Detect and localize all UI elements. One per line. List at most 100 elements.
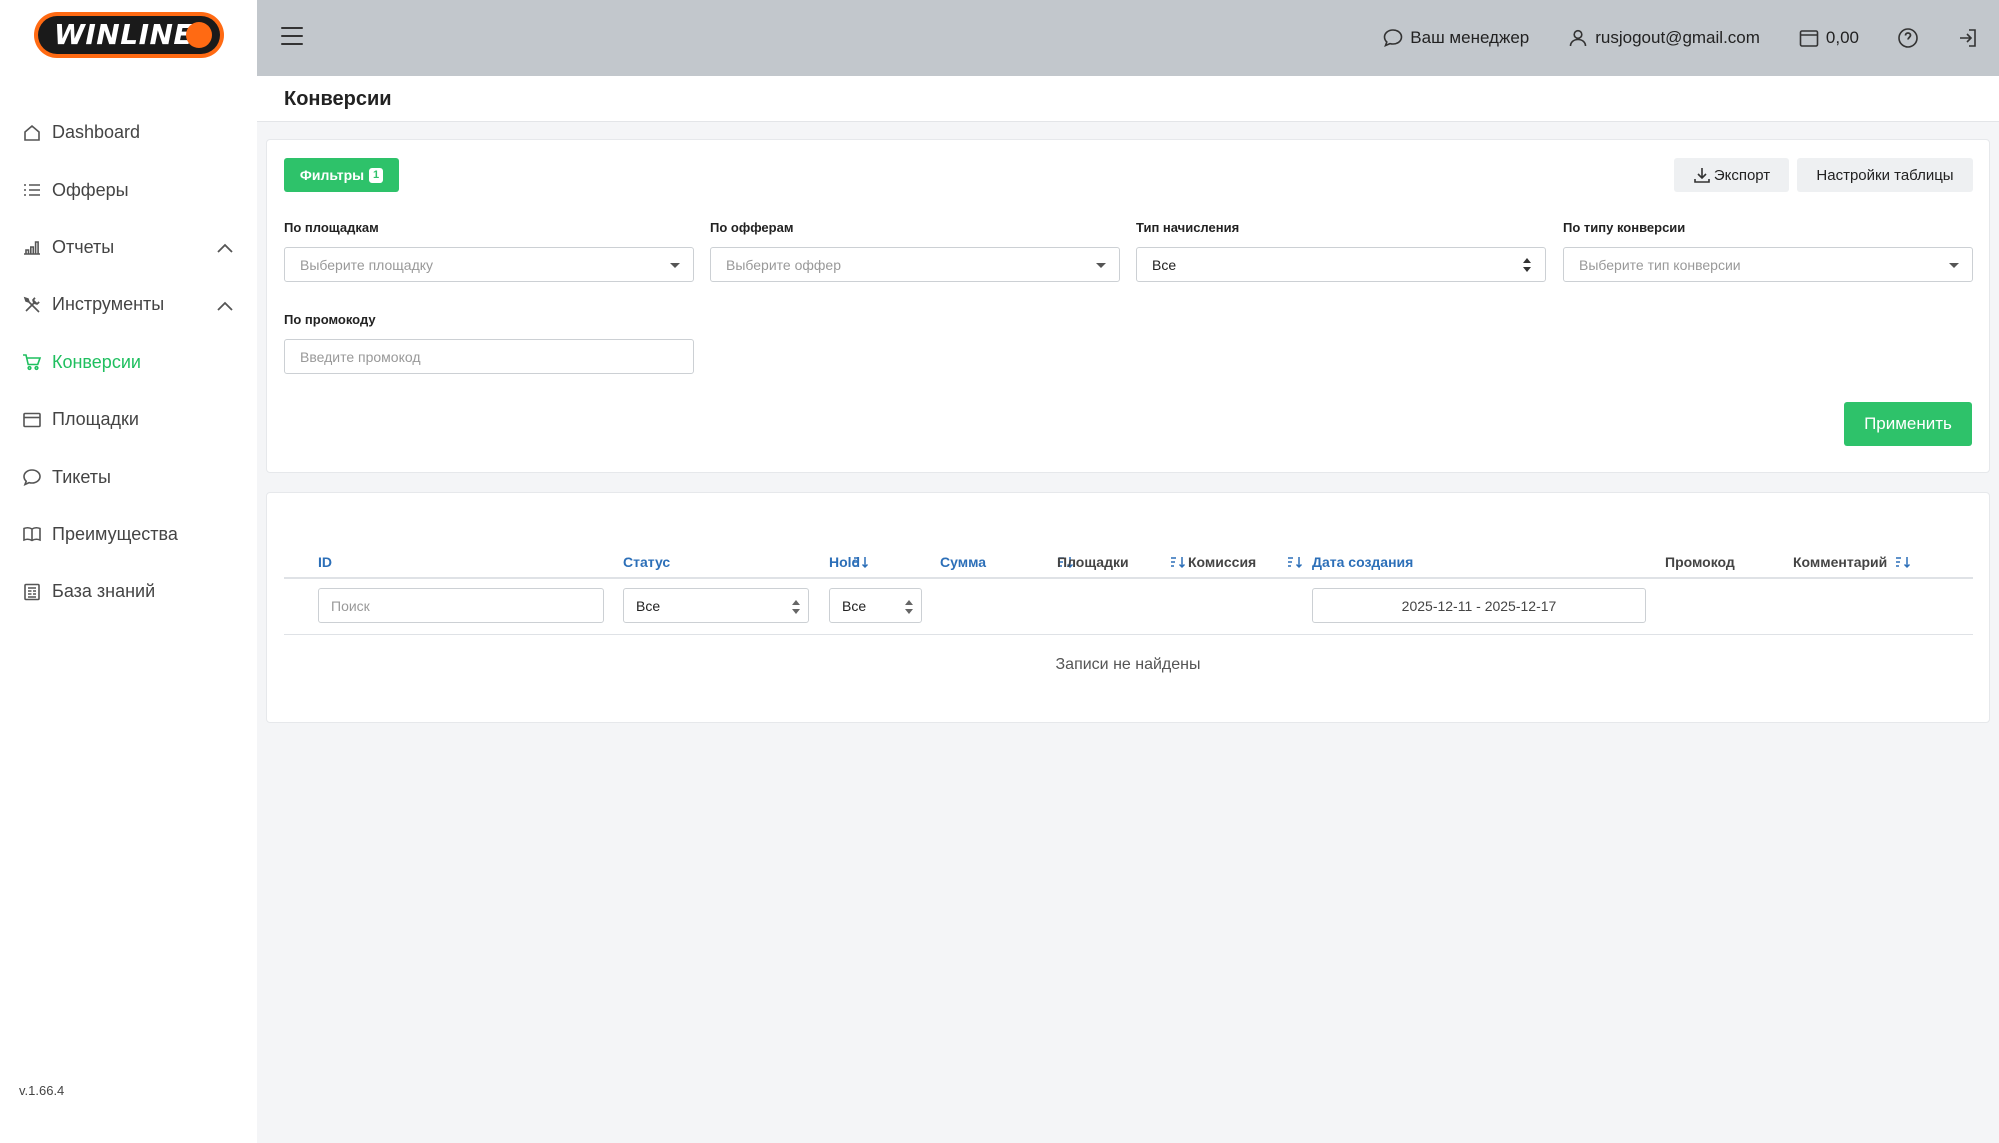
offer-select[interactable]: Выберите оффер [710,247,1120,282]
sidebar-item-advantages[interactable]: Преимущества [0,506,257,563]
select-arrows-icon [905,600,913,614]
sidebar-item-label: Инструменты [52,294,165,315]
promo-input[interactable]: Введите промокод [284,339,694,374]
filters-button-label: Фильтры [299,167,365,183]
browser-icon [23,412,41,427]
conversion-type-label: По типу конверсии [1563,220,1686,235]
conversion-type-select[interactable]: Выберите тип конверсии [1563,247,1973,282]
wallet-icon [1799,30,1819,47]
page-title-bar: Конверсии [257,76,1999,122]
sort-icon[interactable] [1170,555,1186,569]
column-comment: Комментарий [1793,554,1888,570]
logo-dot-icon [186,22,212,48]
balance-value: 0,00 [1825,28,1859,47]
hamburger-menu-icon[interactable] [281,27,303,47]
sidebar-item-label: Офферы [52,179,129,200]
sidebar-item-label: Преимущества [52,523,178,544]
user-profile-button[interactable]: rusjogout@gmail.com [1567,27,1760,49]
date-range-picker[interactable]: 2025-12-11 - 2025-12-17 [1312,588,1646,623]
export-label: Экспорт [1713,166,1771,184]
accrual-type-value: Все [1152,256,1177,273]
sidebar-item-dashboard[interactable]: Dashboard [0,104,257,161]
chevron-up-icon[interactable] [217,241,233,254]
offer-select-placeholder: Выберите оффер [726,256,841,273]
column-commission: Комиссия [1188,554,1257,570]
tools-icon [23,296,40,313]
page-title: Конверсии [284,88,392,110]
filters-count-badge: 1 [369,167,384,183]
download-icon [1694,168,1710,183]
id-search-input[interactable]: Поиск [318,588,604,623]
column-sum[interactable]: Сумма [940,554,986,570]
sidebar-item-offers[interactable]: Офферы [0,161,257,218]
sort-icon[interactable] [1287,555,1303,569]
sidebar-item-label: База знаний [52,581,156,602]
column-platforms: Площадки [1057,554,1129,570]
accrual-type-select[interactable]: Все [1136,247,1546,282]
status-filter-select[interactable]: Все [623,588,809,623]
column-hold[interactable]: Hold [829,554,860,570]
winline-logo[interactable]: WINLINE [34,12,224,58]
balance-button[interactable]: 0,00 [1798,27,1859,49]
sidebar-item-label: Площадки [52,409,139,430]
book-icon [23,527,41,542]
logout-button[interactable] [1957,27,1979,49]
filters-panel: Фильтры 1 Экспорт Настройки таблицы По п… [266,139,1990,473]
user-icon [1569,29,1587,47]
platform-select[interactable]: Выберите площадку [284,247,694,282]
sidebar-item-platforms[interactable]: Площадки [0,391,257,448]
manager-label: Ваш менеджер [1410,28,1530,47]
caret-down-icon [670,263,680,268]
sidebar-item-reports[interactable]: Отчеты [0,219,257,276]
offer-filter-label: По офферам [710,220,794,235]
logout-icon [1960,29,1976,47]
sidebar-item-tools[interactable]: Инструменты [0,276,257,333]
platform-select-placeholder: Выберите площадку [300,256,434,273]
list-icon [24,184,40,196]
column-created-date[interactable]: Дата создания [1312,554,1413,570]
sort-icon[interactable] [1895,555,1911,569]
promo-filter-label: По промокоду [284,312,376,327]
id-search-placeholder: Поиск [331,597,370,614]
manager-button[interactable]: Ваш менеджер [1382,27,1529,49]
promo-input-placeholder: Введите промокод [300,348,421,365]
column-promo: Промокод [1665,554,1735,570]
user-email: rusjogout@gmail.com [1595,28,1760,47]
sidebar-item-label: Dashboard [52,122,141,143]
accrual-type-label: Тип начисления [1136,220,1240,235]
sidebar-item-conversions[interactable]: Конверсии [0,334,257,391]
filters-button[interactable]: Фильтры 1 [284,158,399,192]
select-arrows-icon [792,600,800,614]
sidebar-item-label: Конверсии [52,351,141,372]
newspaper-icon [24,583,40,601]
help-icon [1898,28,1918,48]
bar-chart-icon [24,241,40,256]
logo-text: WINLINE [54,18,194,51]
column-status[interactable]: Статус [623,554,670,570]
help-button[interactable] [1897,27,1919,49]
sidebar-item-label: Тикеты [52,466,111,487]
table-settings-button[interactable]: Настройки таблицы [1797,158,1973,192]
conversion-type-placeholder: Выберите тип конверсии [1579,256,1741,273]
caret-down-icon [1949,263,1959,268]
platform-filter-label: По площадкам [284,220,379,235]
column-id[interactable]: ID [318,554,332,570]
apply-button[interactable]: Применить [1844,402,1972,446]
chat-icon [23,469,41,487]
top-bar-actions: Ваш менеджер rusjogout@gmail.com 0,00 [1382,0,1999,76]
sidebar-item-label: Отчеты [52,236,115,257]
conversions-table: ID Статус Hold Сумма Площадки Комиссия Д… [266,492,1990,723]
sidebar-nav: Dashboard Офферы Отчеты Инструменты Конв… [0,104,257,621]
sidebar-item-tickets[interactable]: Тикеты [0,448,257,505]
export-button[interactable]: Экспорт [1674,158,1789,192]
sidebar-item-knowledge-base[interactable]: База знаний [0,563,257,620]
cart-icon [23,354,42,371]
chevron-up-icon[interactable] [217,299,233,311]
hold-filter-select[interactable]: Все [829,588,922,623]
top-bar: Ваш менеджер rusjogout@gmail.com 0,00 [257,0,1999,76]
table-header: ID Статус Hold Сумма Площадки Комиссия Д… [284,543,1973,579]
table-filter-row: Поиск Все Все 2025-12-11 - 2025-12-17 [284,579,1973,635]
home-icon [24,124,40,141]
date-range-value: 2025-12-11 - 2025-12-17 [1401,597,1557,614]
sidebar: WINLINE Dashboard Офферы Отчеты Инструме… [0,0,257,1143]
